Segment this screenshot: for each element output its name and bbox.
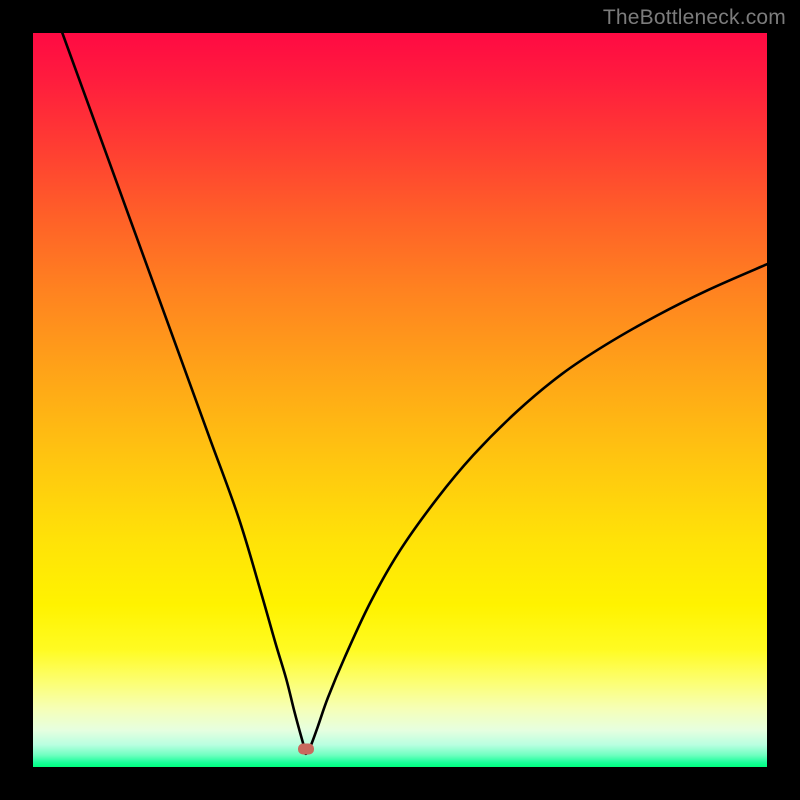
bottleneck-curve: [62, 33, 767, 754]
curve-svg: [33, 33, 767, 767]
plot-area: [33, 33, 767, 767]
watermark-text: TheBottleneck.com: [603, 6, 786, 30]
chart-frame: TheBottleneck.com: [0, 0, 800, 800]
optimal-point-marker: [298, 744, 314, 755]
